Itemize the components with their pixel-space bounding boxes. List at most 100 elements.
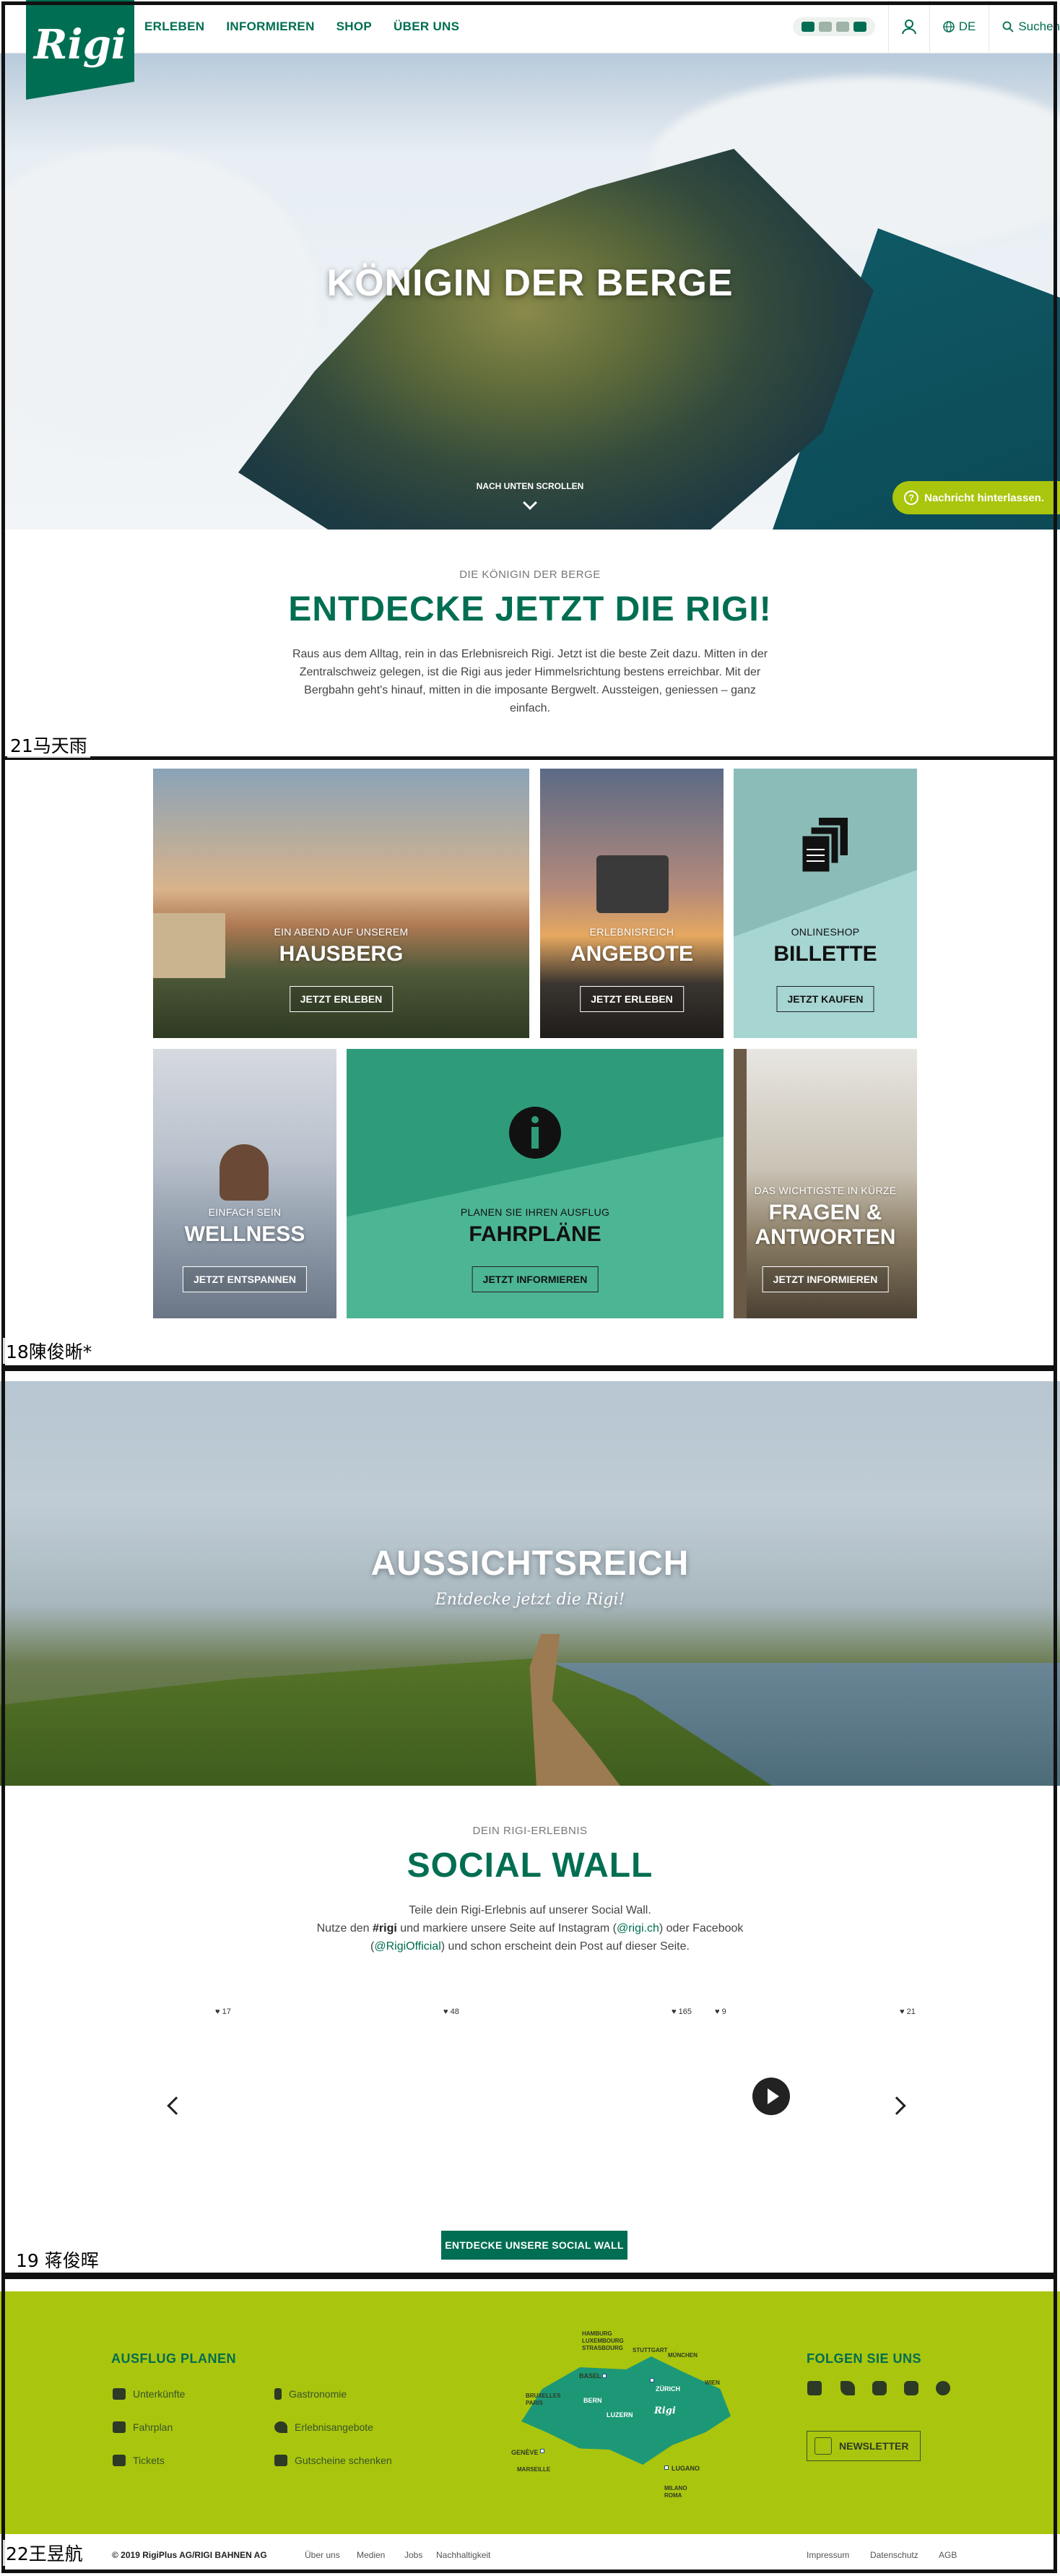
map-label-milano: MILANO: [664, 2485, 687, 2491]
footer-link-datenschutz[interactable]: Datenschutz: [870, 2550, 918, 2560]
leave-message-label: Nachricht hinterlassen.: [924, 491, 1044, 504]
header-tools: DE Suchen: [792, 0, 1060, 53]
aussicht-subtitle: Entdecke jetzt die Rigi!: [435, 1591, 625, 1609]
footer-link-gastronomie[interactable]: Gastronomie: [274, 2388, 347, 2400]
site-header: ERLEBEN INFORMIEREN SHOP ÜBER UNS DE Suc…: [0, 0, 1060, 53]
footer-link-jobs[interactable]: Jobs: [404, 2550, 422, 2560]
tile-caption: ERLEBNISREICH: [589, 926, 674, 938]
footer-link-label: Gutscheine schenken: [295, 2455, 392, 2466]
footer-link-label: Gastronomie: [289, 2388, 347, 2400]
intro-title: ENTDECKE JETZT DIE RIGI!: [288, 590, 772, 628]
footer-link-nachhaltigkeit[interactable]: Nachhaltigkeit: [436, 2550, 490, 2560]
tile-title: FAHRPLÄNE: [469, 1222, 601, 1246]
tile-button[interactable]: JETZT ENTSPANNEN: [182, 1266, 308, 1292]
tile-caption: PLANEN SIE IHREN AUSFLUG: [460, 1206, 610, 1218]
nav-ueber-uns[interactable]: ÜBER UNS: [394, 20, 459, 34]
footer-link-label: Erlebnisangebote: [295, 2421, 373, 2433]
social-text: Teile dein Rigi-Erlebnis auf unserer Soc…: [284, 1901, 776, 1955]
tile-title: FRAGEN & ANTWORTEN: [755, 1201, 896, 1249]
map-label-roma: ROMA: [664, 2492, 682, 2499]
newsletter-button[interactable]: NEWSLETTER: [807, 2431, 921, 2461]
tile-fragen[interactable]: DAS WICHTIGSTE IN KÜRZE FRAGEN & ANTWORT…: [734, 1049, 917, 1318]
map-marker-zuerich: [650, 2378, 654, 2382]
nav-informieren[interactable]: INFORMIEREN: [226, 20, 314, 34]
facebook-link[interactable]: @RigiOfficial: [374, 1940, 440, 1953]
social-eyebrow: DEIN RIGI-ERLEBNIS: [472, 1825, 588, 1837]
webcam-panorama-icon: [835, 22, 849, 32]
instagram-icon[interactable]: [872, 2381, 887, 2395]
footer-link-fahrplan[interactable]: Fahrplan: [113, 2421, 173, 2433]
play-video-icon[interactable]: [752, 2078, 790, 2115]
footer-link-gutscheine[interactable]: Gutscheine schenken: [274, 2455, 392, 2466]
tile-button[interactable]: JETZT ERLEBEN: [289, 986, 394, 1012]
map-marker-geneve: [540, 2449, 544, 2453]
social-line-2c: ) oder Facebook: [659, 1922, 744, 1935]
footer-link-unterkuenfte[interactable]: Unterkünfte: [113, 2388, 185, 2400]
review-label: 21马天雨: [7, 732, 90, 758]
social-line-2b: und markiere unsere Seite auf Instagram …: [396, 1922, 617, 1935]
map-label-luzern: LUZERN: [607, 2411, 633, 2419]
tile-title: HAUSBERG: [279, 942, 404, 966]
account-button[interactable]: [887, 0, 929, 53]
map-label-zuerich: ZÜRICH: [656, 2385, 680, 2393]
footer-link-erlebnisangebote[interactable]: Erlebnisangebote: [274, 2421, 373, 2433]
map-label-basel: BASEL: [579, 2372, 601, 2380]
globe-icon: [942, 21, 955, 33]
footer-link-tickets[interactable]: Tickets: [113, 2455, 165, 2466]
hero-section: KÖNIGIN DER BERGE NACH UNTEN SCROLLEN: [0, 48, 1060, 530]
tile-title: WELLNESS: [184, 1222, 305, 1246]
copyright: © 2019 RigiPlus AG/RIGI BAHNEN AG: [112, 2550, 267, 2560]
tile-caption: EINFACH SEIN: [208, 1206, 282, 1218]
tile-caption: ONLINESHOP: [791, 926, 860, 938]
tile-billette[interactable]: ONLINESHOP BILLETTE JETZT KAUFEN: [734, 769, 917, 1038]
live-status-pill[interactable]: [792, 17, 875, 36]
footer-follow-heading: FOLGEN SIE UNS: [807, 2351, 922, 2366]
post-likes: ♥ 21: [895, 2007, 920, 2017]
post-likes: ♥ 48: [439, 2007, 464, 2017]
language-selector[interactable]: DE: [929, 0, 989, 53]
tile-wellness[interactable]: EINFACH SEIN WELLNESS JETZT ENTSPANNEN: [153, 1049, 336, 1318]
footer-link-medien[interactable]: Medien: [357, 2550, 385, 2560]
review-label: 22王昱航: [3, 2540, 86, 2566]
instagram-link[interactable]: @rigi.ch: [617, 1922, 659, 1935]
map-label-wien: WIEN: [705, 2380, 720, 2386]
tickets-icon: [113, 2455, 126, 2466]
social-line-2a: Nutze den: [316, 1922, 373, 1935]
tile-button[interactable]: JETZT ERLEBEN: [580, 986, 684, 1012]
social-line-1: Teile dein Rigi-Erlebnis auf unserer Soc…: [409, 1904, 651, 1916]
tile-button[interactable]: JETZT INFORMIEREN: [762, 1266, 889, 1292]
nav-shop[interactable]: SHOP: [336, 20, 372, 34]
twitter-icon[interactable]: [840, 2381, 855, 2395]
cutlery-icon: [274, 2388, 282, 2400]
person-head: [220, 1144, 269, 1201]
aussicht-banner: AUSSICHTSREICH Entdecke jetzt die Rigi!: [0, 1381, 1060, 1786]
tile-hausberg[interactable]: EIN ABEND AUF UNSEREM HAUSBERG JETZT ERL…: [153, 769, 529, 1038]
like-count: 48: [450, 2007, 459, 2016]
youtube-icon[interactable]: [904, 2381, 918, 2395]
tile-fahrplaene[interactable]: PLANEN SIE IHREN AUSFLUG FAHRPLÄNE JETZT…: [347, 1049, 724, 1318]
footer-plan-heading: AUSFLUG PLANEN: [111, 2351, 236, 2366]
tile-caption: EIN ABEND AUF UNSEREM: [274, 926, 409, 938]
train-icon: [113, 2421, 126, 2433]
tile-caption: DAS WICHTIGSTE IN KÜRZE: [754, 1185, 897, 1196]
footer-link-impressum[interactable]: Impressum: [807, 2550, 849, 2560]
map-label-strasbourg: STRASBOURG: [582, 2345, 623, 2351]
nav-erleben[interactable]: ERLEBEN: [144, 20, 204, 34]
post-likes: ♥ 165: [667, 2007, 696, 2017]
map-label-paris: PARIS: [526, 2400, 543, 2406]
footer-link-agb[interactable]: AGB: [939, 2550, 957, 2560]
facebook-icon[interactable]: [807, 2381, 822, 2395]
tile-angebote[interactable]: ERLEBNISREICH ANGEBOTE JETZT ERLEBEN: [540, 769, 724, 1038]
map-label-hamburg: HAMBURG: [582, 2330, 612, 2337]
intro-body: Raus aus dem Alltag, rein in das Erlebni…: [292, 648, 768, 714]
tile-button[interactable]: JETZT KAUFEN: [776, 986, 874, 1012]
tile-button[interactable]: JETZT INFORMIEREN: [472, 1266, 599, 1292]
tripadvisor-icon[interactable]: [936, 2381, 950, 2395]
map-label-marseille: MARSEILLE: [517, 2466, 551, 2473]
leave-message-button[interactable]: ? Nachricht hinterlassen.: [892, 481, 1060, 514]
footer-link-ueber-uns[interactable]: Über uns: [305, 2550, 340, 2560]
search-button[interactable]: Suchen: [989, 0, 1060, 53]
question-icon: ?: [904, 490, 919, 505]
post-likes: ♥ 17: [211, 2007, 235, 2017]
social-wall-cta-button[interactable]: ENTDECKE UNSERE SOCIAL WALL: [441, 2231, 627, 2260]
